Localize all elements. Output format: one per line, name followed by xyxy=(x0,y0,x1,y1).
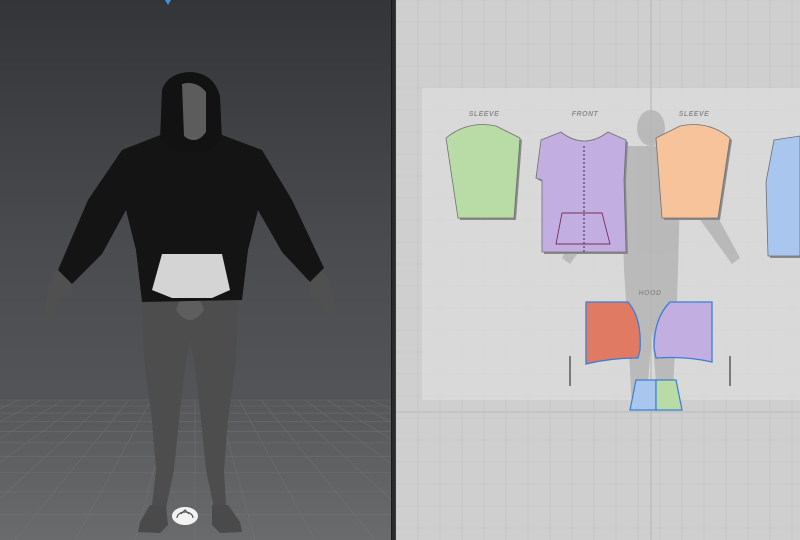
3d-scene[interactable] xyxy=(0,0,391,540)
pattern-piece-back-partial[interactable] xyxy=(765,135,800,258)
piece-label-sleeve-left: SLEEVE xyxy=(469,111,500,118)
rotate-gizmo-icon[interactable] xyxy=(172,507,198,525)
front-shape[interactable] xyxy=(535,131,627,253)
pattern-canvas[interactable]: SLEEVE FRONT SLEEVE HOOD xyxy=(396,0,800,540)
app-window: SLEEVE FRONT SLEEVE HOOD xyxy=(0,0,800,540)
avatar-face xyxy=(182,83,206,141)
hood-left-shape[interactable] xyxy=(585,301,641,365)
piece-label-front: FRONT xyxy=(572,111,599,118)
2d-pattern-window[interactable]: SLEEVE FRONT SLEEVE HOOD xyxy=(396,0,800,540)
hoodie-pocket xyxy=(152,254,230,298)
piece-label-sleeve-right: SLEEVE xyxy=(679,111,710,118)
back-partial-shape[interactable] xyxy=(765,135,800,257)
sleeve-right-shape[interactable] xyxy=(655,124,731,219)
axis-arrow-icon[interactable] xyxy=(165,0,171,5)
3d-viewport[interactable] xyxy=(0,0,391,540)
pattern-piece-pocket[interactable] xyxy=(629,379,683,411)
hood-right-shape[interactable] xyxy=(653,301,713,363)
sleeve-left-shape[interactable] xyxy=(445,124,521,219)
piece-label-hood: HOOD xyxy=(639,290,662,297)
